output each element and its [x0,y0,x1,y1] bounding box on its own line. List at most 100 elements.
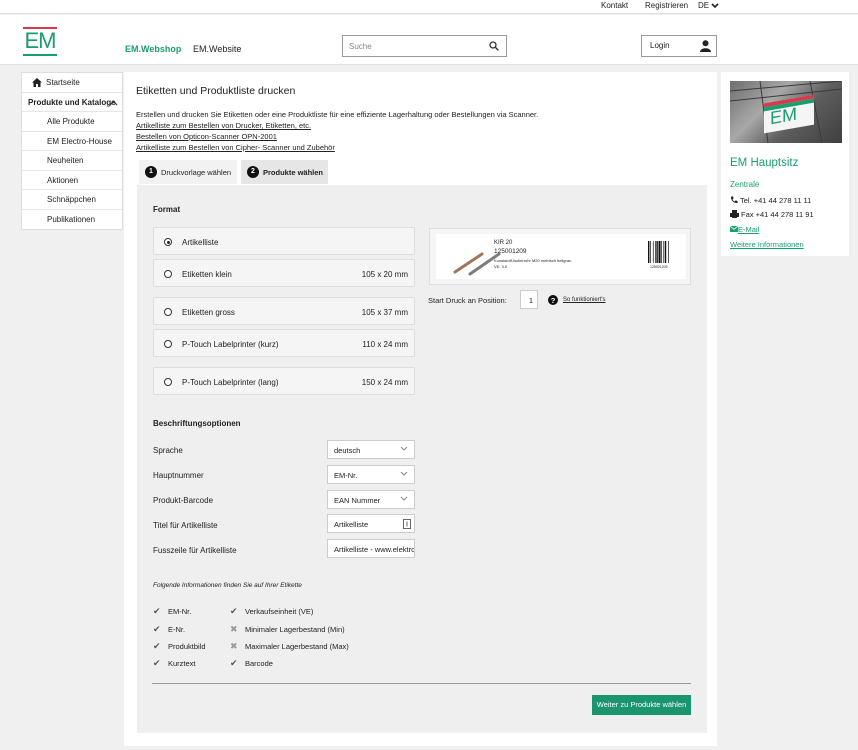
format-option[interactable]: Artikelliste [153,227,415,255]
contact-link[interactable]: Kontakt [601,1,628,10]
format-label: P-Touch Labelprinter (kurz) [182,340,279,349]
radio-button[interactable] [164,270,172,278]
login-button[interactable]: Login [641,35,717,57]
fax-row: Fax +41 44 278 11 91 [730,210,814,219]
sidebar-item-news[interactable]: Neuheiten [22,151,122,171]
help-icon[interactable]: ? [548,295,558,305]
preview-number: 125001209 [494,248,527,255]
format-label: Artikelliste [182,238,219,247]
tab-step-number: 2 [247,166,259,178]
format-label: Etiketten gross [182,308,235,317]
tab-choose-products[interactable]: 2 Produkte wählen [241,160,328,184]
language-selector[interactable]: DE [698,1,719,10]
format-size: 105 x 37 mm [361,308,408,317]
list-footer-input[interactable]: Artikelliste - www.elektro-material.ch [327,539,415,558]
start-position-value: 1 [528,296,533,305]
radio-button[interactable] [164,340,172,348]
barcode-select[interactable]: EAN Nummer [327,490,415,509]
list-title-value: Artikelliste [334,520,369,529]
sidebar-item-bargains[interactable]: Schnäppchen [22,190,122,210]
how-it-works-link[interactable]: So funktioniert's [563,297,606,303]
em-logo[interactable]: EM [23,27,57,57]
register-link[interactable]: Registrieren [645,1,688,10]
start-position-input[interactable]: 1 [520,290,538,309]
svg-text:?: ? [551,296,556,305]
format-size: 110 x 24 mm [362,340,408,349]
link-opticon-scanner[interactable]: Bestellen von Opticon-Scanner OPN-2001 [136,132,277,141]
list-footer-value: Artikelliste - www.elektro-material.ch [334,545,415,554]
more-info-link[interactable]: Weitere Informationen [730,240,804,249]
headquarters-photo: EM [730,81,842,143]
link-order-printer[interactable]: Artikelliste zum Bestellen von Drucker, … [136,121,311,130]
check-icon: ✔ [153,624,161,634]
page-title: Etiketten und Produktliste drucken [136,85,296,97]
main-number-select-value: EM-Nr. [334,471,358,480]
info-item: ✔ Kurztext [153,658,196,669]
check-icon: ✔ [153,606,161,616]
preview-description: Kunststoff-Isolierrohr M20 metrisch hell… [494,258,572,263]
sign-logo-text: EM [770,103,797,129]
sidebar-item-all-products[interactable]: Alle Produkte [22,112,122,132]
tab-choose-template[interactable]: 1 Druckvorlage wählen [139,160,237,184]
label-preview: KIR 20 125001209 Kunststoff-Isolierrohr … [436,234,686,279]
info-item: ✔ EM-Nr. [153,606,191,617]
check-icon: ✔ [230,658,238,668]
options-heading: Beschriftungsoptionen [153,419,241,428]
radio-button[interactable] [164,308,172,316]
radio-selected[interactable] [164,238,172,246]
sidebar: Startseite Produkte und Kataloge Alle Pr… [21,72,123,230]
list-title-input[interactable]: Artikelliste [327,514,415,533]
info-item: ✖ Maximaler Lagerbestand (Max) [230,641,349,652]
nav-webshop[interactable]: EM.Webshop [125,44,181,54]
format-size: 105 x 20 mm [361,270,408,279]
email-link[interactable]: E-Mail [729,225,759,234]
sidebar-item-publications[interactable]: Publikationen [22,210,122,230]
phone-number: Tel. +41 44 278 11 11 [740,196,812,205]
search-icon[interactable] [489,41,499,51]
format-option[interactable]: Etiketten klein 105 x 20 mm [153,259,415,287]
preview-article: KIR 20 [494,240,513,246]
site-header: EM EM.Webshop EM.Website Suche Login [0,15,858,65]
format-option[interactable]: P-Touch Labelprinter (lang) 150 x 24 mm [153,367,415,395]
main-number-label: Hauptnummer [153,471,204,480]
sidebar-item-products-catalogs[interactable]: Produkte und Kataloge [22,93,122,112]
search-placeholder: Suche [349,42,372,51]
barcode-select-value: EAN Nummer [334,496,381,505]
check-icon: ✔ [230,606,238,616]
home-icon [32,78,42,87]
radio-button[interactable] [164,378,172,386]
chevron-down-icon [400,496,408,501]
info-heading: Folgende Informationen finden Sie auf Ih… [153,582,302,589]
info-item: ✔ Verkaufseinheit (VE) [230,606,313,617]
format-option[interactable]: Etiketten gross 105 x 37 mm [153,297,415,325]
sidebar-item-home[interactable]: Startseite [22,73,122,93]
chevron-down-icon [400,471,408,476]
next-choose-products-button[interactable]: Weiter zu Produkte wählen [592,695,691,715]
format-option[interactable]: P-Touch Labelprinter (kurz) 110 x 24 mm [153,329,415,357]
link-cipher-scanner[interactable]: Artikelliste zum Bestellen von Cipher- S… [136,143,335,152]
tab-step-number: 1 [145,166,157,178]
barcode-image [648,241,669,263]
format-label: Etiketten klein [182,270,232,279]
text-field-icon [403,519,411,529]
login-label: Login [650,41,670,50]
language-select[interactable]: deutsch [327,440,415,459]
label-preview-frame: KIR 20 125001209 Kunststoff-Isolierrohr … [429,228,691,285]
list-footer-label: Fusszeile für Artikelliste [153,546,237,555]
main-number-select[interactable]: EM-Nr. [327,465,415,484]
logo-text: EM [24,28,57,53]
sidebar-item-electro-house[interactable]: EM Electro-House [22,132,122,151]
info-label: Kurztext [168,659,196,668]
check-icon: ✔ [153,658,161,668]
info-item: ✔ E-Nr. [153,624,185,635]
format-label: P-Touch Labelprinter (lang) [182,378,279,387]
info-label: Maximaler Lagerbestand (Max) [245,642,349,651]
info-label: Produktbild [168,642,206,651]
sidebar-item-actions[interactable]: Aktionen [22,171,122,190]
start-position-label: Start Druck an Position: [428,296,507,305]
search-input[interactable]: Suche [342,35,507,57]
headquarters-card: EM EM Hauptsitz Zentrale Tel. +41 44 278… [721,72,849,256]
nav-website[interactable]: EM.Website [193,44,241,54]
info-label: Minimaler Lagerbestand (Min) [245,625,345,634]
phone-icon [730,196,738,204]
